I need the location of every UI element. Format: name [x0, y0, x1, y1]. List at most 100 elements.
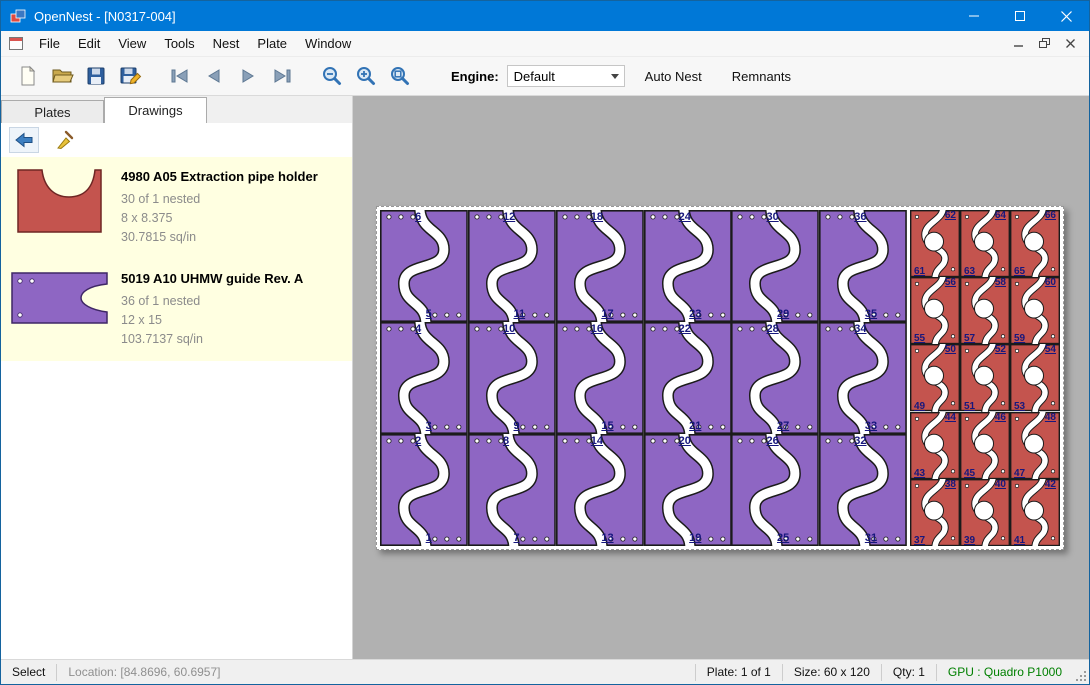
part-number[interactable]: 44: [945, 412, 956, 423]
nav-next-button[interactable]: [231, 61, 265, 91]
red-part-pair[interactable]: 5655: [910, 277, 960, 344]
list-item[interactable]: 4980 A05 Extraction pipe holder 30 of 1 …: [1, 157, 352, 259]
part-number[interactable]: 43: [914, 468, 925, 479]
clean-button[interactable]: [49, 127, 79, 153]
menu-file[interactable]: File: [30, 32, 69, 55]
close-button[interactable]: [1043, 1, 1089, 31]
part-number[interactable]: 58: [995, 277, 1006, 288]
red-part-pair[interactable]: 42 41: [1010, 479, 1060, 546]
part-number[interactable]: 64: [995, 210, 1006, 221]
red-part-pair[interactable]: 48 47: [1010, 412, 1060, 479]
part-number[interactable]: 5: [426, 308, 432, 320]
resize-grip-icon[interactable]: [1073, 660, 1089, 684]
red-part-pair[interactable]: 54 53: [1010, 344, 1060, 411]
part-number[interactable]: 50: [945, 344, 956, 355]
part-number[interactable]: 25: [777, 532, 789, 544]
purple-part-pair[interactable]: 28 27: [731, 322, 819, 434]
part-number[interactable]: 19: [689, 532, 701, 544]
mdi-minimize-button[interactable]: [1009, 36, 1027, 52]
part-number[interactable]: 15: [601, 420, 613, 432]
minimize-button[interactable]: [951, 1, 997, 31]
part-number[interactable]: 4: [415, 323, 421, 335]
part-number[interactable]: 6: [415, 211, 421, 223]
part-number[interactable]: 49: [914, 401, 925, 412]
part-number[interactable]: 45: [964, 468, 975, 479]
open-button[interactable]: [45, 61, 79, 91]
part-number[interactable]: 17: [601, 308, 613, 320]
part-number[interactable]: 39: [964, 535, 975, 546]
part-number[interactable]: 27: [777, 420, 789, 432]
part-number[interactable]: 33: [865, 420, 877, 432]
part-number[interactable]: 22: [679, 323, 691, 335]
part-number[interactable]: 18: [591, 211, 603, 223]
red-part-pair[interactable]: 66 65: [1010, 210, 1060, 277]
part-number[interactable]: 61: [914, 266, 925, 277]
purple-part-pair[interactable]: 34 33: [819, 322, 907, 434]
part-number[interactable]: 2: [415, 435, 421, 447]
part-number[interactable]: 13: [601, 532, 613, 544]
purple-part-pair[interactable]: 43: [380, 322, 468, 434]
part-number[interactable]: 11: [513, 308, 525, 320]
part-number[interactable]: 31: [865, 532, 877, 544]
purple-part-pair[interactable]: 1817: [556, 210, 644, 322]
part-number[interactable]: 60: [1045, 277, 1056, 288]
remnants-button[interactable]: Remnants: [722, 63, 801, 90]
purple-part-pair[interactable]: 87: [468, 434, 556, 546]
part-number[interactable]: 51: [964, 401, 975, 412]
part-number[interactable]: 28: [766, 323, 778, 335]
maximize-button[interactable]: [997, 1, 1043, 31]
part-number[interactable]: 66: [1045, 210, 1056, 221]
purple-part-pair[interactable]: 65: [380, 210, 468, 322]
part-number[interactable]: 37: [914, 535, 925, 546]
nav-first-button[interactable]: [163, 61, 197, 91]
mdi-restore-button[interactable]: [1035, 36, 1053, 52]
purple-part-pair[interactable]: 32 31: [819, 434, 907, 546]
part-number[interactable]: 54: [1045, 344, 1056, 355]
nav-last-button[interactable]: [265, 61, 299, 91]
menu-nest[interactable]: Nest: [204, 32, 249, 55]
nav-previous-button[interactable]: [197, 61, 231, 91]
purple-part-pair[interactable]: 1413: [556, 434, 644, 546]
part-number[interactable]: 23: [689, 308, 701, 320]
purple-part-pair[interactable]: 1211: [468, 210, 556, 322]
part-number[interactable]: 47: [1014, 468, 1025, 479]
purple-part-pair[interactable]: 3635: [819, 210, 907, 322]
red-part-pair[interactable]: 50 49: [910, 344, 960, 411]
part-number[interactable]: 42: [1045, 479, 1056, 490]
save-button[interactable]: [79, 61, 113, 91]
part-number[interactable]: 52: [995, 344, 1006, 355]
menu-view[interactable]: View: [109, 32, 155, 55]
red-part-pair[interactable]: 46 45: [960, 412, 1010, 479]
import-part-button[interactable]: [9, 127, 39, 153]
red-part-pair[interactable]: 6463: [960, 210, 1010, 277]
part-number[interactable]: 48: [1045, 412, 1056, 423]
menu-tools[interactable]: Tools: [155, 32, 203, 55]
part-number[interactable]: 30: [766, 211, 778, 223]
purple-part-pair[interactable]: 30 29: [731, 210, 819, 322]
part-number[interactable]: 16: [591, 323, 603, 335]
purple-part-pair[interactable]: 109: [468, 322, 556, 434]
part-number[interactable]: 41: [1014, 535, 1025, 546]
part-number[interactable]: 35: [865, 308, 877, 320]
part-number[interactable]: 46: [995, 412, 1006, 423]
part-number[interactable]: 34: [854, 323, 866, 335]
plate[interactable]: 6512111817242330293635431091615222128273…: [376, 206, 1064, 550]
part-number[interactable]: 65: [1014, 266, 1025, 277]
menu-edit[interactable]: Edit: [69, 32, 109, 55]
nest-canvas[interactable]: 6512111817242330293635431091615222128273…: [353, 96, 1089, 659]
part-number[interactable]: 40: [995, 479, 1006, 490]
zoom-out-button[interactable]: [315, 61, 349, 91]
red-part-pair[interactable]: 3837: [910, 479, 960, 546]
purple-part-pair[interactable]: 2221: [644, 322, 732, 434]
part-number[interactable]: 1: [426, 532, 432, 544]
purple-part-pair[interactable]: 21: [380, 434, 468, 546]
list-item[interactable]: 5019 A10 UHMW guide Rev. A 36 of 1 neste…: [1, 259, 352, 361]
zoom-in-button[interactable]: [349, 61, 383, 91]
part-number[interactable]: 55: [914, 333, 925, 344]
part-number[interactable]: 53: [1014, 401, 1025, 412]
part-number[interactable]: 32: [854, 435, 866, 447]
mdi-close-button[interactable]: [1061, 36, 1079, 52]
part-number[interactable]: 20: [679, 435, 691, 447]
part-number[interactable]: 29: [777, 308, 789, 320]
menu-plate[interactable]: Plate: [248, 32, 296, 55]
